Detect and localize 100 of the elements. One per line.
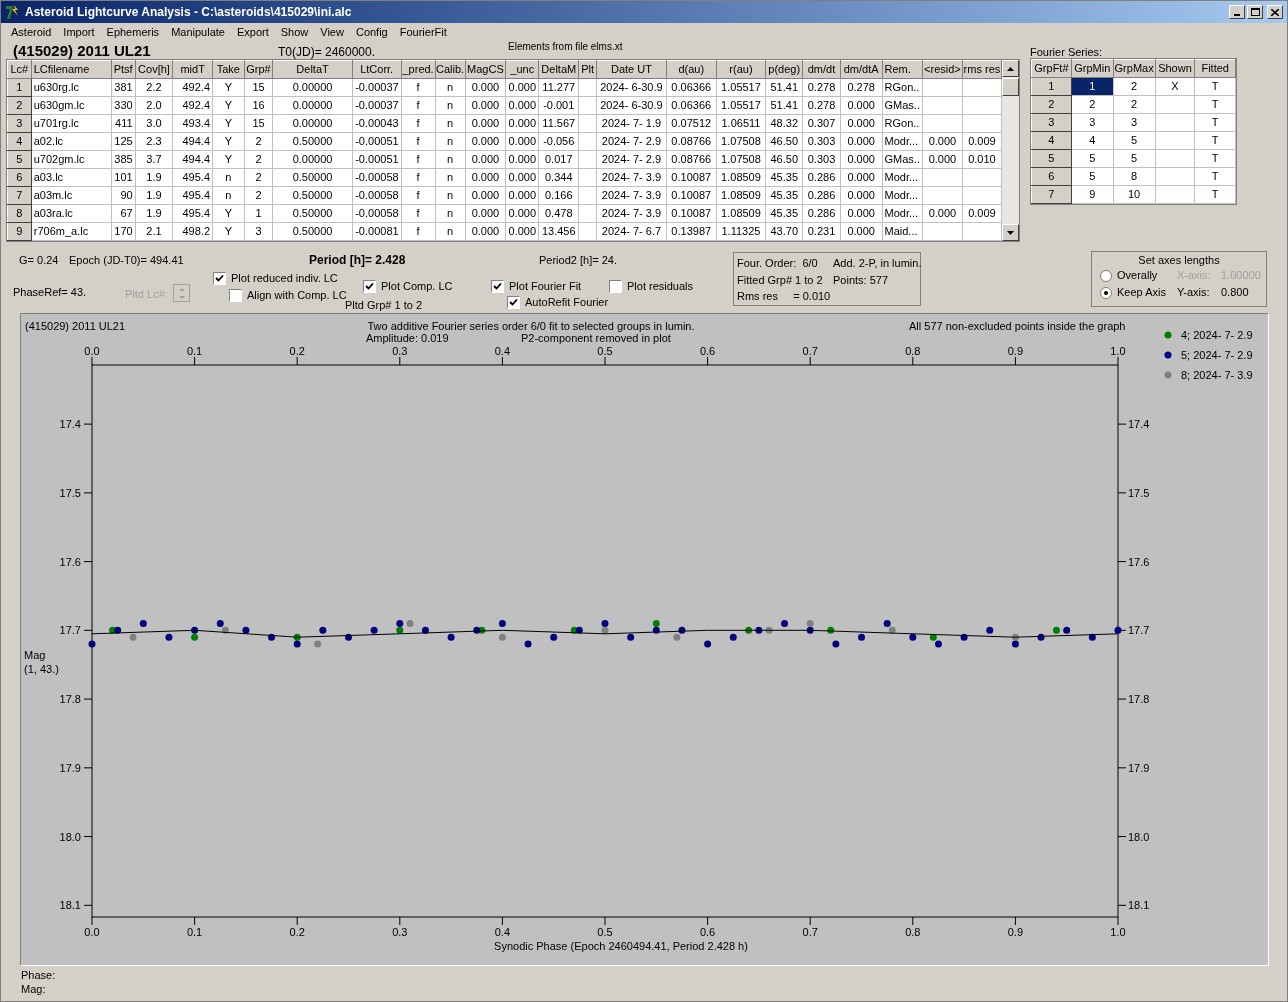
checkbox-label: Plot Fourier Fit [509, 279, 582, 294]
table-cell: -0.00043 [352, 114, 402, 133]
column-header[interactable]: Take [212, 60, 245, 79]
table-cell: 2 [244, 186, 273, 205]
data-point [550, 633, 558, 641]
menu-item[interactable]: Export [230, 23, 275, 41]
column-header[interactable]: d(au) [666, 60, 717, 79]
data-point [345, 633, 352, 641]
menu-item[interactable]: Ephemeris [100, 23, 166, 41]
column-header[interactable]: p(deg) [765, 60, 803, 79]
table-cell: 0.10087 [666, 186, 717, 205]
table-cell: 0.231 [802, 222, 841, 241]
checkbox[interactable] [491, 279, 504, 293]
status-label: Phase: [21, 968, 57, 982]
table-cell: 0.000 [840, 204, 883, 223]
table-cell: 0.000 [465, 132, 506, 151]
table-cell: 0.08766 [666, 132, 717, 151]
table-cell: 2 [244, 168, 273, 187]
column-header[interactable]: Ptsf [111, 60, 136, 79]
column-header[interactable]: Date UT [596, 60, 667, 79]
table-cell: 0.000 [840, 186, 883, 205]
points-note: All 577 non-excluded points inside the graph [909, 320, 1126, 332]
phase-ref-value: PhaseRef= 43. [13, 285, 87, 300]
table-cell: 101 [111, 168, 136, 187]
column-header[interactable]: dm/dtA [840, 60, 883, 79]
menu-item[interactable]: Asteroid [5, 23, 58, 41]
column-header[interactable]: rms res [962, 60, 1002, 79]
table-cell: n [435, 150, 465, 169]
table-cell: 0.478 [538, 204, 579, 223]
column-header[interactable]: midT [172, 60, 213, 79]
maximize-button[interactable] [1247, 5, 1263, 19]
table-cell: 1.08509 [716, 168, 766, 187]
data-point [765, 626, 773, 634]
table-cell: 1.08509 [716, 186, 766, 205]
table-cell: 0.000 [840, 132, 883, 151]
scroll-thumb[interactable] [1002, 77, 1019, 96]
data-point [406, 619, 414, 627]
y-axis-value[interactable]: 0.800 [1221, 284, 1249, 301]
column-header[interactable]: DeltaM [538, 60, 579, 79]
column-header[interactable]: GrpMin [1071, 59, 1114, 78]
checkbox[interactable] [507, 295, 520, 309]
data-point [268, 633, 276, 641]
minimize-button[interactable] [1229, 5, 1245, 19]
column-header[interactable]: Lc# [7, 60, 32, 79]
scrollbar[interactable] [1002, 60, 1019, 241]
radio-button[interactable] [1100, 286, 1112, 299]
column-header[interactable]: Calib. [435, 60, 465, 79]
scroll-down-icon[interactable] [1007, 230, 1014, 235]
column-header[interactable]: Grp# [244, 60, 273, 79]
checkbox-label: Plot residuals [627, 279, 694, 294]
column-header[interactable]: Rem. [882, 60, 923, 79]
menu-item[interactable]: FourierFit [393, 23, 453, 41]
column-header[interactable]: Fitted [1194, 59, 1236, 78]
table-cell: 0.000 [465, 186, 506, 205]
checkbox[interactable] [229, 288, 242, 302]
column-header[interactable]: DeltaT [272, 60, 353, 79]
column-header[interactable]: Cov[h] [135, 60, 173, 79]
menu-item[interactable]: View [314, 23, 350, 41]
close-button[interactable] [1267, 5, 1283, 19]
menu-item[interactable]: Import [57, 23, 101, 41]
table-cell: 43.70 [765, 222, 803, 241]
column-header[interactable]: MagCS [465, 60, 506, 79]
column-header[interactable]: _pred. [401, 60, 436, 79]
radio-label: Keep Axis [1117, 285, 1167, 301]
radio-button[interactable] [1100, 269, 1112, 282]
column-header[interactable]: <resid> [922, 60, 963, 79]
tick-label: 0.3 [392, 345, 408, 357]
scroll-up-icon[interactable] [1007, 66, 1014, 71]
checkbox[interactable] [213, 271, 226, 285]
table-cell: 15 [244, 114, 273, 133]
menu-item[interactable]: Config [349, 23, 394, 41]
table-cell: 492.4 [172, 78, 213, 97]
column-header[interactable]: dm/dt [802, 60, 841, 79]
table-cell: 2 [244, 132, 273, 151]
tick-label: 0.6 [699, 345, 716, 357]
checkbox[interactable] [609, 279, 622, 293]
checkbox[interactable] [363, 279, 376, 293]
column-header[interactable]: GrpMax [1113, 59, 1156, 78]
column-header[interactable]: LCfilename [31, 60, 112, 79]
column-header[interactable]: _unc [505, 60, 539, 79]
table-cell: Modr... [882, 204, 923, 223]
column-header[interactable]: GrpFt# [1031, 59, 1072, 78]
table-cell: -0.00037 [352, 96, 402, 115]
table-cell: u702gm.lc [31, 150, 112, 169]
table-cell: 0.000 [465, 78, 506, 97]
data-point [1052, 626, 1060, 634]
table-cell: Modr... [882, 168, 923, 187]
table-cell: 2.3 [135, 132, 173, 151]
table-cell: 0.000 [840, 96, 883, 115]
column-header[interactable]: LtCorr. [352, 60, 402, 79]
data-point [524, 640, 532, 648]
column-header[interactable]: Shown [1155, 59, 1195, 78]
menu-item[interactable]: Manipulate [165, 23, 231, 41]
fit-summary-text: Points: 577 [833, 272, 890, 288]
column-header[interactable]: r(au) [716, 60, 766, 79]
period-value: Period [h]= 2.428 [309, 252, 406, 269]
tick-label: 0.0 [84, 926, 100, 938]
menu-item[interactable]: Show [274, 23, 315, 41]
amplitude-text: Amplitude: 0.019 [366, 332, 449, 344]
table-cell: 0.000 [505, 168, 539, 187]
